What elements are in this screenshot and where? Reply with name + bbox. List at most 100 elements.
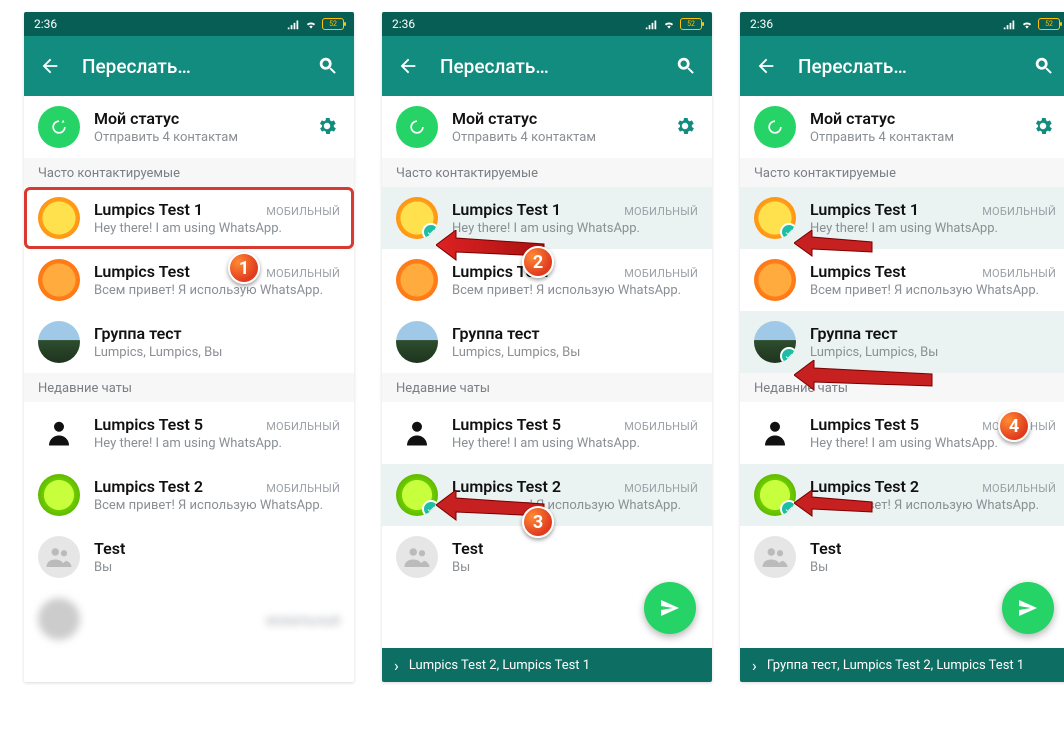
contact-group-test[interactable]: Группа тест Lumpics, Lumpics, Вы (24, 311, 354, 373)
my-status-sub: Отправить 4 контактам (452, 130, 660, 145)
annotation-badge-2: 2 (522, 246, 554, 278)
avatar (754, 412, 796, 454)
contact-test[interactable]: Test Вы (24, 526, 354, 588)
selection-text: Группа тест, Lumpics Test 2, Lumpics Tes… (767, 658, 1024, 673)
contact-sub: Lumpics, Lumpics, Вы (810, 345, 1056, 360)
contact-name: Группа тест (452, 324, 698, 343)
contact-lumpics-test-2[interactable]: Lumpics Test 2МОБИЛЬНЫЙ Всем привет! Я и… (740, 464, 1064, 526)
back-button[interactable] (754, 54, 778, 78)
contact-name: Lumpics Test 1 (810, 200, 919, 219)
search-button[interactable] (674, 54, 698, 78)
avatar (38, 474, 80, 516)
app-header: Переслать… (24, 36, 354, 96)
selection-text: Lumpics Test 2, Lumpics Test 1 (409, 658, 590, 673)
avatar (396, 474, 438, 516)
chevron-right-icon: › (752, 656, 757, 675)
back-button[interactable] (38, 54, 62, 78)
contact-sub: Всем привет! Я использую WhatsApp. (94, 283, 340, 298)
contact-lumpics-test-5[interactable]: Lumpics Test 5 МОБИЛЬНЫЙ Hey there! I am … (382, 402, 712, 464)
section-recent: Недавние чаты (24, 373, 354, 402)
signal-bars-icon (1002, 17, 1016, 31)
statusbar: 2:36 52 (24, 12, 354, 36)
contact-sub: Hey there! I am using WhatsApp. (452, 436, 698, 451)
contact-tag: МОБИЛЬНЫЙ (266, 615, 340, 628)
status-settings-button[interactable] (674, 115, 698, 139)
contact-tag: МОБИЛЬНЫЙ (624, 482, 698, 495)
status-time: 2:36 (392, 17, 415, 31)
contact-name: Lumpics Test 5 (810, 415, 919, 434)
contact-name: Lumpics Test 2 (94, 477, 203, 496)
section-frequent: Часто контактируемые (24, 158, 354, 187)
selection-bar: › Группа тест, Lumpics Test 2, Lumpics T… (740, 648, 1064, 682)
app-header: Переслать… (382, 36, 712, 96)
contact-lumpics-test-5[interactable]: Lumpics Test 5МОБИЛЬНЫЙ Hey there! I am … (24, 402, 354, 464)
contact-name: Lumpics Test 5 (452, 415, 561, 434)
avatar (38, 197, 80, 239)
my-status-avatar (38, 106, 80, 148)
contact-test[interactable]: Test Вы (740, 526, 1064, 588)
contact-tag: МОБИЛЬНЫЙ (982, 267, 1056, 280)
contact-sub: Lumpics, Lumpics, Вы (452, 345, 698, 360)
annotation-badge-1: 1 (228, 252, 260, 284)
phone-screen-2: 2:36 52 Переслать… Мой статус Отправить … (382, 12, 712, 682)
section-frequent: Часто контактируемые (382, 158, 712, 187)
contact-lumpics-test[interactable]: Lumpics TestМОБИЛЬНЫЙ Всем привет! Я исп… (24, 249, 354, 311)
contact-sub: Hey there! I am using WhatsApp. (94, 221, 340, 236)
contact-tag: МОБИЛЬНЫЙ (266, 205, 340, 218)
status-right: 52 (644, 17, 702, 31)
status-settings-button[interactable] (316, 115, 340, 139)
contact-sub: Вы (810, 560, 1056, 575)
my-status-row[interactable]: Мой статус Отправить 4 контактам (382, 96, 712, 158)
annotation-arrow (794, 490, 874, 530)
my-status-avatar (396, 106, 438, 148)
contact-name: Lumpics Test 5 (94, 415, 203, 434)
contact-lumpics-test-1[interactable]: Lumpics Test 1МОБИЛЬНЫЙ Hey there! I am … (382, 187, 712, 249)
contact-lumpics-test-1[interactable]: Lumpics Test 1 МОБИЛЬНЫЙ Hey there! I am … (24, 187, 354, 249)
contact-tag: МОБИЛЬНЫЙ (624, 205, 698, 218)
search-button[interactable] (316, 54, 340, 78)
section-frequent: Часто контактируемые (740, 158, 1064, 187)
contact-lumpics-test-1[interactable]: Lumpics Test 1МОБИЛЬНЫЙ Hey there! I am … (740, 187, 1064, 249)
avatar (38, 412, 80, 454)
my-status-sub: Отправить 4 контактам (810, 130, 1018, 145)
contact-tag: МОБИЛЬНЫЙ (624, 420, 698, 433)
status-settings-button[interactable] (1032, 115, 1056, 139)
my-status-title: Мой статус (810, 109, 1018, 128)
send-fab[interactable] (1002, 582, 1054, 634)
annotation-badge-4: 4 (998, 410, 1030, 442)
wifi-icon (1020, 17, 1034, 31)
contact-sub: Всем привет! Я использую WhatsApp. (94, 498, 340, 513)
contact-group-test[interactable]: Группа тест Lumpics, Lumpics, Вы (382, 311, 712, 373)
my-status-row[interactable]: Мой статус Отправить 4 контактам (24, 96, 354, 158)
contact-blurred[interactable]: МОБИЛЬНЫЙ (24, 588, 354, 650)
avatar (396, 536, 438, 578)
phone-screen-3: 2:36 52 Переслать… Мой статус Отправить … (740, 12, 1064, 682)
contact-tag: МОБИЛЬНЫЙ (624, 267, 698, 280)
contact-name: Lumpics Test 1 (94, 200, 203, 219)
contact-lumpics-test[interactable]: Lumpics TestМОБИЛЬНЫЙ Всем привет! Я исп… (740, 249, 1064, 311)
contact-sub: Lumpics, Lumpics, Вы (94, 345, 340, 360)
my-status-row[interactable]: Мой статус Отправить 4 контактам (740, 96, 1064, 158)
search-button[interactable] (1032, 54, 1056, 78)
contact-sub: Всем привет! Я использую WhatsApp. (452, 283, 698, 298)
contact-lumpics-test-2[interactable]: Lumpics Test 2 МОБИЛЬНЫЙ Всем привет! Я и… (24, 464, 354, 526)
contact-name: Группа тест (94, 324, 340, 343)
back-button[interactable] (396, 54, 420, 78)
contact-sub: Вы (452, 560, 698, 575)
avatar (754, 197, 796, 239)
avatar (396, 259, 438, 301)
app-header: Переслать… (740, 36, 1064, 96)
my-status-sub: Отправить 4 контактам (94, 130, 302, 145)
send-fab[interactable] (644, 582, 696, 634)
contact-tag: МОБИЛЬНЫЙ (266, 420, 340, 433)
contact-test[interactable]: Test Вы (382, 526, 712, 588)
contact-tag: МОБИЛЬНЫЙ (266, 482, 340, 495)
signal-bars-icon (286, 17, 300, 31)
my-status-title: Мой статус (94, 109, 302, 128)
avatar (754, 321, 796, 363)
battery-icon: 52 (1038, 18, 1060, 30)
statusbar: 2:36 52 (382, 12, 712, 36)
battery-icon: 52 (322, 18, 344, 30)
my-status-avatar (754, 106, 796, 148)
selection-bar: › Lumpics Test 2, Lumpics Test 1 (382, 648, 712, 682)
